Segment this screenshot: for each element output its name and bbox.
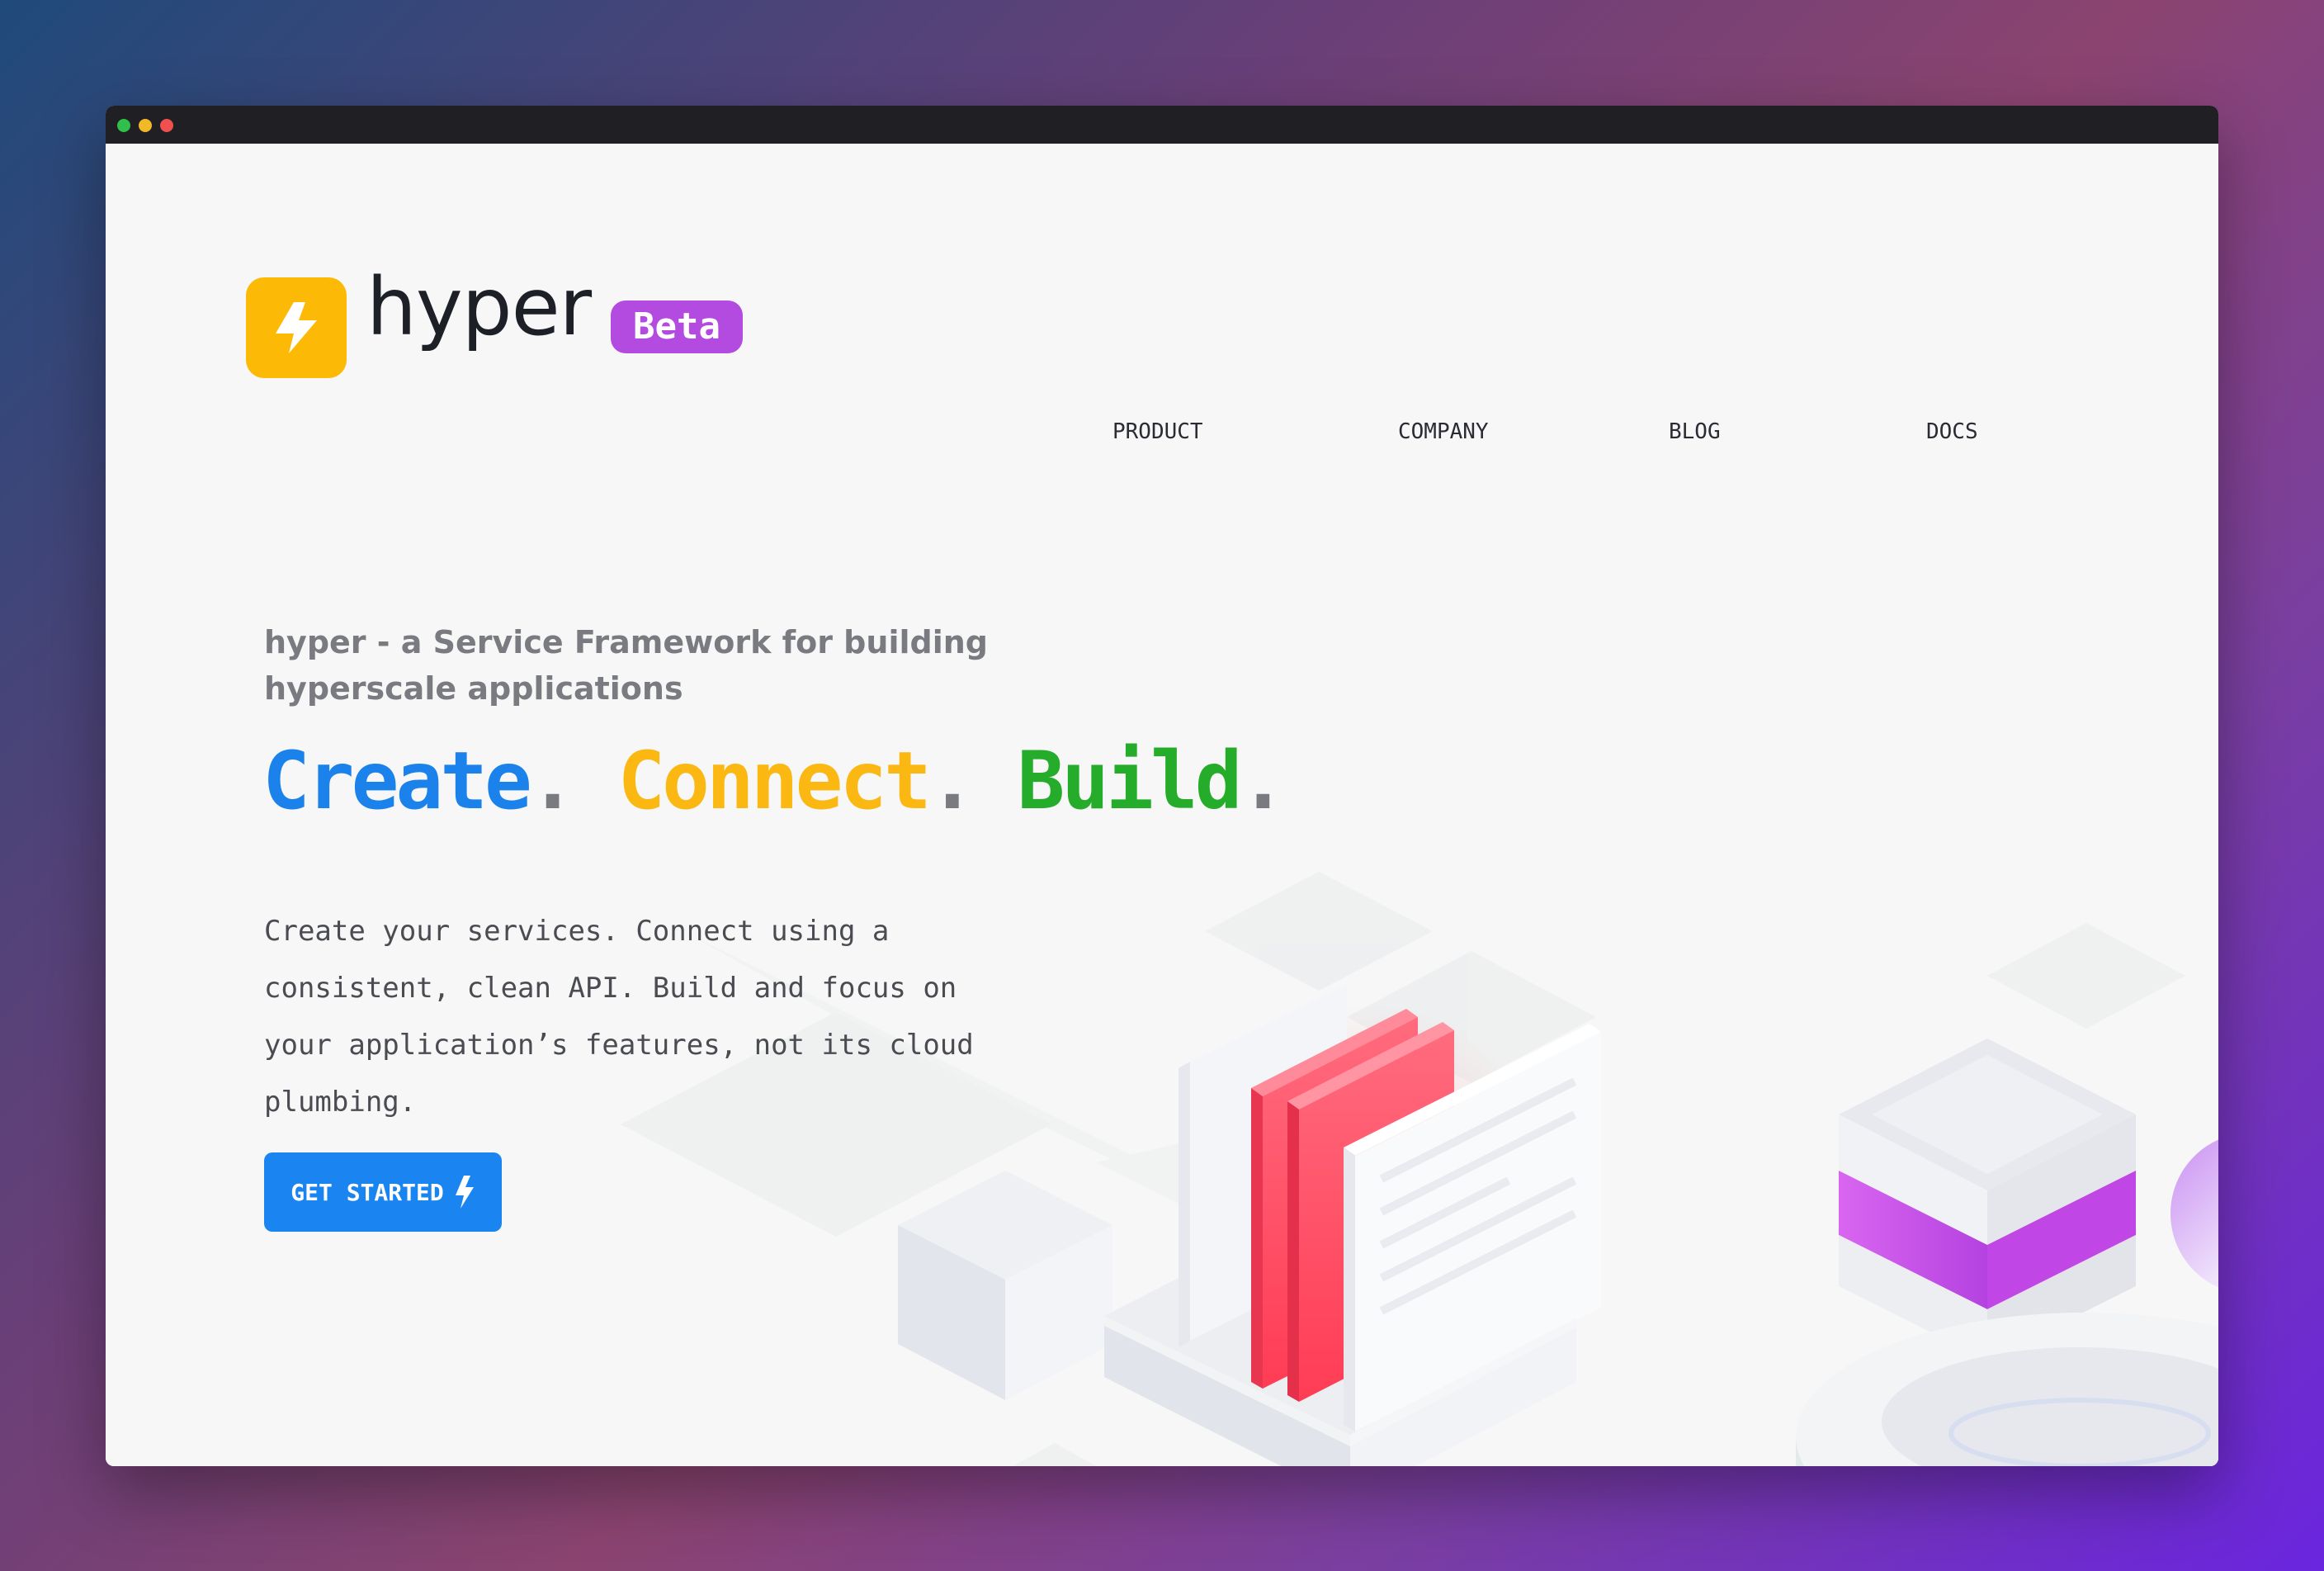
brand-name[interactable]: hyper xyxy=(366,267,592,347)
headline-word-build: Build xyxy=(1017,735,1243,827)
get-started-button[interactable]: GET STARTED xyxy=(264,1152,502,1232)
headline-word-connect: Connect xyxy=(617,735,932,827)
left-cube xyxy=(898,1171,1112,1400)
lightning-bolt-icon xyxy=(455,1176,474,1209)
headline-separator: . xyxy=(928,735,976,827)
cylinder-platform xyxy=(1796,1313,2218,1466)
hero-subtitle: hyper - a Service Framework for building… xyxy=(264,624,988,707)
window-close-button[interactable] xyxy=(160,119,173,132)
purple-sphere xyxy=(2170,1139,2218,1288)
hero-description: Create your services. Connect using a co… xyxy=(264,915,974,1119)
nav-company-link[interactable]: COMPANY xyxy=(1398,419,1489,444)
window-minimize-button[interactable] xyxy=(139,119,152,132)
landing-page: hyper Beta PRODUCT COMPANY BLOG DOCS hyp… xyxy=(106,144,2218,1466)
server-box xyxy=(1839,1039,2136,1360)
nav-product[interactable]: PRODUCT xyxy=(1112,419,1203,444)
browser-window: hyper Beta PRODUCT COMPANY BLOG DOCS hyp… xyxy=(106,106,2218,1466)
nav-docs[interactable]: DOCS xyxy=(1926,419,1978,444)
get-started-label: GET STARTED xyxy=(290,1178,444,1206)
nav-company[interactable]: COMPANY xyxy=(1398,419,1489,444)
nav-blog[interactable]: BLOG xyxy=(1669,419,1721,444)
headline-separator: . xyxy=(1239,735,1287,827)
window-titlebar xyxy=(106,106,2218,144)
logo-icon-box[interactable] xyxy=(246,277,347,378)
beta-badge: Beta xyxy=(611,300,743,353)
nav-blog-link[interactable]: BLOG xyxy=(1669,419,1721,444)
nav-product-link[interactable]: PRODUCT xyxy=(1112,419,1203,444)
nav-docs-link[interactable]: DOCS xyxy=(1926,419,1978,444)
hero-headline: Create. Connect. Build. xyxy=(262,735,1287,827)
window-maximize-button[interactable] xyxy=(117,119,130,132)
lightning-bolt-icon xyxy=(276,302,317,353)
headline-word-create: Create xyxy=(262,735,532,827)
headline-separator: . xyxy=(528,735,577,827)
